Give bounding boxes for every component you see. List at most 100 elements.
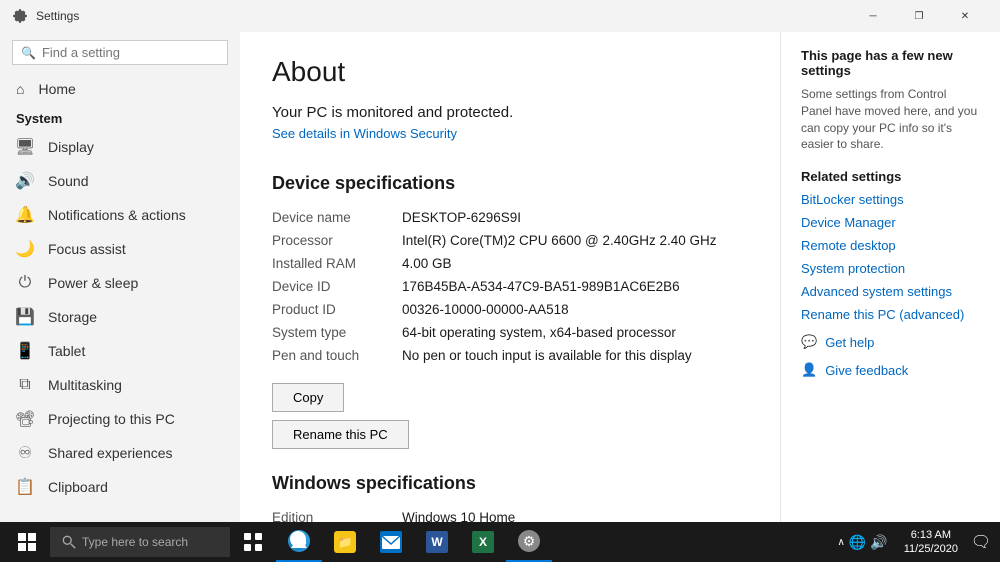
system-tray: ∧ 🌐 🔊	[830, 534, 896, 551]
sidebar-section-system: System	[0, 105, 240, 130]
sidebar-shared-label: Shared experiences	[48, 445, 173, 461]
sidebar-item-multitasking[interactable]: ⧉ Multitasking	[0, 368, 240, 402]
search-icon: 🔍	[21, 46, 36, 60]
chevron-icon[interactable]: ∧	[838, 537, 845, 548]
app-body: 🔍 ⌂ Home System 🖥 Display 🔊 Sound 🔔 Noti…	[0, 32, 1000, 522]
sidebar-tablet-label: Tablet	[48, 343, 85, 359]
table-row: System type 64-bit operating system, x64…	[272, 321, 748, 344]
main-content: About Your PC is monitored and protected…	[240, 32, 780, 522]
right-panel: This page has a few new settings Some se…	[780, 32, 1000, 522]
sidebar-item-projecting[interactable]: 📽 Projecting to this PC	[0, 402, 240, 436]
projecting-icon: 📽	[16, 410, 34, 428]
get-help-link[interactable]: 💬 Get help	[801, 334, 980, 350]
get-help-icon: 💬	[801, 334, 817, 350]
spec-value-product-id: 00326-10000-00000-AA518	[402, 302, 748, 317]
sidebar-item-tablet[interactable]: 📱 Tablet	[0, 334, 240, 368]
sidebar-display-label: Display	[48, 139, 94, 155]
window-controls: ─ ❐ ✕	[850, 0, 988, 32]
taskbar-taskview[interactable]	[230, 522, 276, 562]
sidebar-item-clipboard[interactable]: 📋 Clipboard	[0, 470, 240, 504]
new-settings-title: This page has a few new settings	[801, 48, 980, 78]
start-button[interactable]	[4, 522, 50, 562]
word-icon: W	[426, 531, 448, 553]
spec-label-product-id: Product ID	[272, 302, 402, 317]
give-feedback-link[interactable]: 👤 Give feedback	[801, 362, 980, 378]
spec-value-pen-touch: No pen or touch input is available for t…	[402, 348, 748, 363]
sidebar-focus-label: Focus assist	[48, 241, 126, 257]
table-row: Device name DESKTOP-6296S9I	[272, 206, 748, 229]
action-buttons: Copy Rename this PC	[272, 383, 748, 457]
taskbar-excel[interactable]: X	[460, 522, 506, 562]
window-title: Settings	[36, 9, 79, 23]
network-icon: 🌐	[849, 534, 866, 551]
sidebar-item-focus[interactable]: 🌙 Focus assist	[0, 232, 240, 266]
mail-icon	[380, 531, 402, 553]
storage-icon: 💾	[16, 308, 34, 326]
sidebar-sound-label: Sound	[48, 173, 88, 189]
table-row: Device ID 176B45BA-A534-47C9-BA51-989B1A…	[272, 275, 748, 298]
new-settings-desc: Some settings from Control Panel have mo…	[801, 86, 980, 153]
taskbar-settings[interactable]: ⚙	[506, 522, 552, 562]
sidebar-item-shared[interactable]: ♾ Shared experiences	[0, 436, 240, 470]
sidebar-item-power[interactable]: ⏻ Power & sleep	[0, 266, 240, 300]
spec-label-processor: Processor	[272, 233, 402, 248]
spec-value-device-id: 176B45BA-A534-47C9-BA51-989B1AC6E2B6	[402, 279, 748, 294]
close-button[interactable]: ✕	[942, 0, 988, 32]
taskbar-clock[interactable]: 6:13 AM 11/25/2020	[896, 528, 966, 557]
sidebar-home-label: Home	[38, 81, 75, 97]
volume-icon[interactable]: 🔊	[870, 534, 887, 551]
related-link-rename-pc[interactable]: Rename this PC (advanced)	[801, 307, 980, 322]
sidebar-projecting-label: Projecting to this PC	[48, 411, 175, 427]
sidebar-item-home[interactable]: ⌂ Home	[0, 73, 240, 105]
related-link-device-manager[interactable]: Device Manager	[801, 215, 980, 230]
minimize-button[interactable]: ─	[850, 0, 896, 32]
clipboard-icon: 📋	[16, 478, 34, 496]
clock-date: 11/25/2020	[904, 542, 958, 556]
sidebar-item-storage[interactable]: 💾 Storage	[0, 300, 240, 334]
taskbar-explorer[interactable]: 📁	[322, 522, 368, 562]
spec-value-processor: Intel(R) Core(TM)2 CPU 6600 @ 2.40GHz 2.…	[402, 233, 748, 248]
maximize-button[interactable]: ❐	[896, 0, 942, 32]
table-row: Processor Intel(R) Core(TM)2 CPU 6600 @ …	[272, 229, 748, 252]
focus-icon: 🌙	[16, 240, 34, 258]
taskbar-app-icons: 📁 W X ⚙	[230, 522, 552, 562]
sidebar-notifications-label: Notifications & actions	[48, 207, 186, 223]
sidebar-item-notifications[interactable]: 🔔 Notifications & actions	[0, 198, 240, 232]
rename-pc-button[interactable]: Rename this PC	[272, 420, 409, 449]
spec-label-edition: Edition	[272, 510, 402, 522]
spec-value-edition: Windows 10 Home	[402, 510, 748, 522]
spec-label-system-type: System type	[272, 325, 402, 340]
copy-button[interactable]: Copy	[272, 383, 344, 412]
taskbar-edge[interactable]	[276, 522, 322, 562]
related-link-advanced-system[interactable]: Advanced system settings	[801, 284, 980, 299]
related-settings-title: Related settings	[801, 169, 980, 184]
taskbar: Type here to search 📁 W X ⚙ ∧	[0, 522, 1000, 562]
related-link-remote-desktop[interactable]: Remote desktop	[801, 238, 980, 253]
table-row: Pen and touch No pen or touch input is a…	[272, 344, 748, 367]
search-input[interactable]	[42, 45, 219, 60]
edge-icon	[288, 530, 310, 552]
give-feedback-label: Give feedback	[825, 363, 908, 378]
taskbar-search-box[interactable]: Type here to search	[50, 527, 230, 557]
related-link-system-protection[interactable]: System protection	[801, 261, 980, 276]
taskbar-mail[interactable]	[368, 522, 414, 562]
spec-value-ram: 4.00 GB	[402, 256, 748, 271]
device-specs-table: Device name DESKTOP-6296S9I Processor In…	[272, 206, 748, 367]
taskbar-word[interactable]: W	[414, 522, 460, 562]
settings-taskbar-icon: ⚙	[518, 530, 540, 552]
sidebar: 🔍 ⌂ Home System 🖥 Display 🔊 Sound 🔔 Noti…	[0, 32, 240, 522]
display-icon: 🖥	[16, 138, 34, 156]
spec-label-device-name: Device name	[272, 210, 402, 225]
sidebar-item-sound[interactable]: 🔊 Sound	[0, 164, 240, 198]
see-details-link[interactable]: See details in Windows Security	[272, 126, 457, 141]
taskbar-right: ∧ 🌐 🔊 6:13 AM 11/25/2020 🗨	[830, 522, 996, 562]
spec-label-pen-touch: Pen and touch	[272, 348, 402, 363]
give-feedback-icon: 👤	[801, 362, 817, 378]
related-link-bitlocker[interactable]: BitLocker settings	[801, 192, 980, 207]
power-icon: ⏻	[16, 274, 34, 292]
sidebar-search-container[interactable]: 🔍	[12, 40, 228, 65]
sidebar-clipboard-label: Clipboard	[48, 479, 108, 495]
sidebar-item-display[interactable]: 🖥 Display	[0, 130, 240, 164]
notification-center-button[interactable]: 🗨	[966, 522, 996, 562]
sidebar-power-label: Power & sleep	[48, 275, 138, 291]
